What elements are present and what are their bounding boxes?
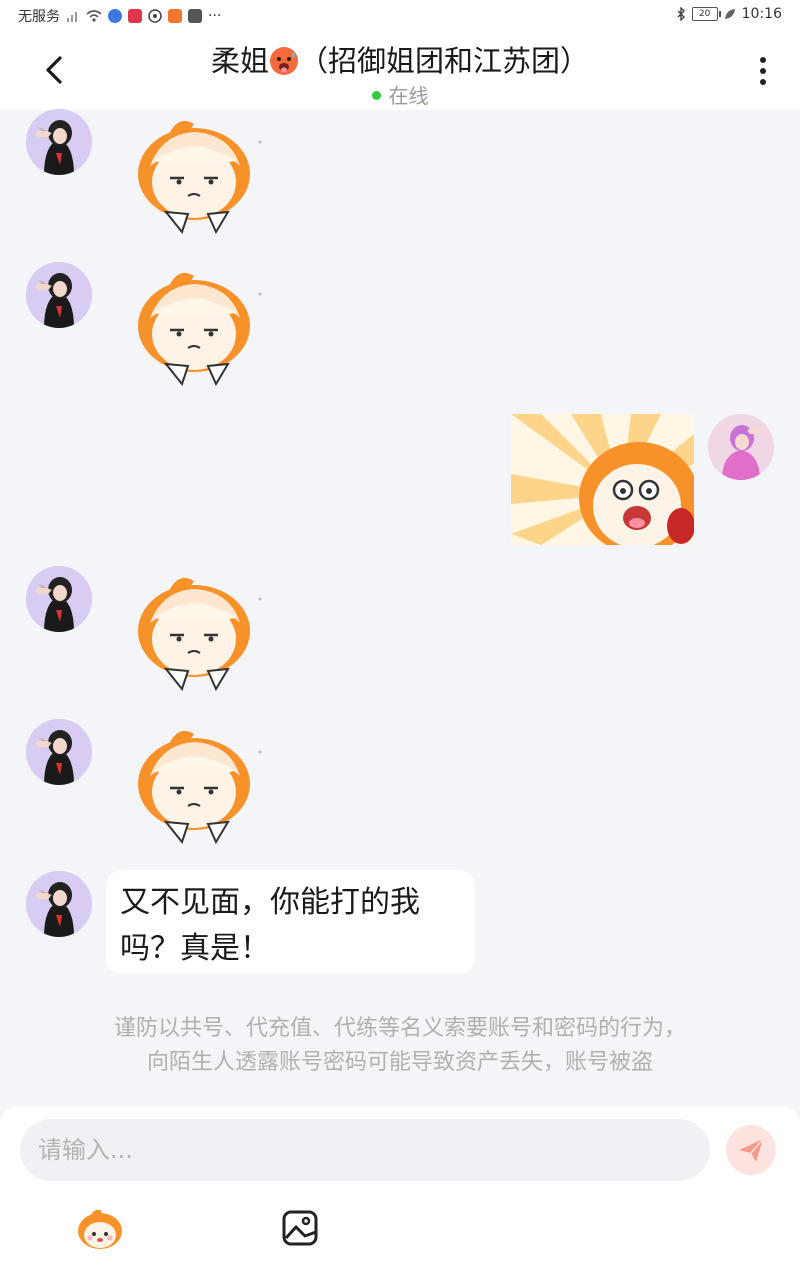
app-notification-icon [128, 9, 142, 23]
bluetooth-icon [677, 7, 685, 21]
page-title: 柔姐 （招御姐团和江苏团） [0, 38, 800, 80]
more-options-icon[interactable] [750, 54, 776, 88]
clock: 10:16 [741, 6, 782, 22]
battery-icon: 20 [691, 7, 721, 21]
contact-avatar[interactable] [26, 109, 92, 175]
send-button[interactable] [726, 1125, 776, 1175]
app-notification-icon [108, 9, 122, 23]
online-status: 在线 [0, 80, 800, 109]
chat-app-icon [148, 9, 162, 23]
security-notice: 谨防以共号、代充值、代练等名义索要账号和密码的行为， 向陌生人透露账号密码可能导… [0, 1012, 800, 1080]
online-dot-icon [371, 91, 381, 100]
chat-header: 柔姐 （招御姐团和江苏团） 在线 [0, 30, 800, 110]
sticker-picker-icon[interactable] [76, 1207, 124, 1251]
contact-avatar[interactable] [26, 871, 92, 937]
bored-mascot-sticker-icon[interactable] [132, 268, 264, 386]
contact-name: 柔姐 [210, 44, 269, 78]
bored-mascot-sticker-icon[interactable] [132, 726, 264, 844]
video-app-icon [168, 9, 182, 23]
wifi-icon [86, 10, 102, 22]
carrier-label: 无服务 [18, 9, 60, 25]
bored-mascot-sticker-icon[interactable] [132, 116, 264, 234]
my-avatar[interactable] [708, 414, 774, 480]
contact-avatar[interactable] [26, 719, 92, 785]
text-message-bubble[interactable]: 又不见面，你能打的我 吗？真是！ [106, 870, 475, 974]
composer-bar [0, 1106, 800, 1280]
battery-level: 20 [698, 9, 711, 19]
security-notice-line: 向陌生人透露账号密码可能导致资产丢失，账号被盗 [146, 1050, 653, 1075]
message-input[interactable] [20, 1119, 710, 1181]
signal-icon [67, 12, 77, 22]
app-notification-icon [188, 9, 202, 23]
online-status-label: 在线 [388, 84, 429, 108]
leaf-icon [724, 9, 735, 19]
message-text-line: 吗？真是！ [120, 931, 270, 966]
message-text-line: 又不见面，你能打的我 [120, 885, 420, 920]
security-notice-line: 谨防以共号、代充值、代练等名义索要账号和密码的行为， [113, 1016, 686, 1041]
contact-avatar[interactable] [26, 566, 92, 632]
hot-face-emoji-icon [270, 47, 298, 75]
contact-avatar[interactable] [26, 262, 92, 328]
contact-group-tag: （招御姐团和江苏团） [299, 44, 590, 78]
bored-mascot-sticker-icon[interactable] [132, 573, 264, 691]
send-icon [739, 1138, 764, 1162]
image-picker-icon[interactable] [282, 1210, 318, 1246]
status-bar: 无服务 ··· 20 10:16 [0, 0, 800, 30]
more-notifications-label: ··· [208, 8, 222, 24]
shouting-mascot-sticker-icon[interactable] [511, 414, 694, 545]
